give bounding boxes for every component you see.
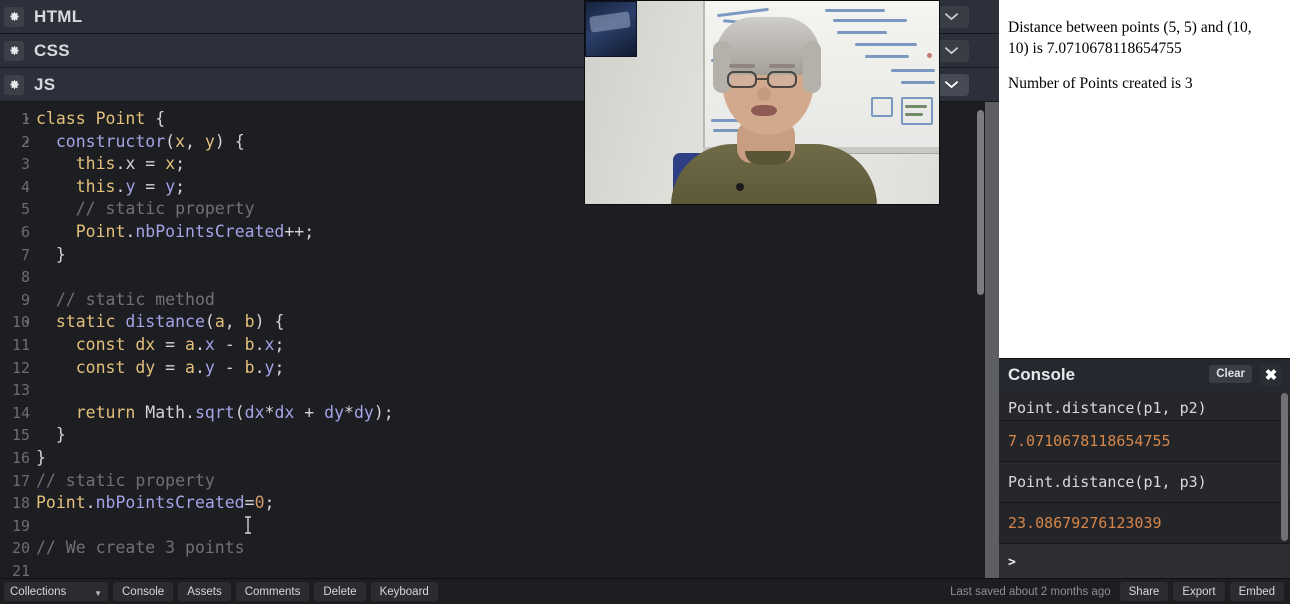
code-text: Point.nbPointsCreated++;: [75, 221, 315, 241]
result-preview-iframe: Distance between points (5, 5) and (10, …: [999, 0, 1290, 358]
line-number: 8: [20, 268, 30, 287]
code-line[interactable]: 7 }: [0, 244, 999, 267]
code-text: }: [36, 244, 66, 264]
line-number: 19: [11, 516, 30, 535]
code-line[interactable]: 16}: [0, 447, 999, 470]
line-number: 6: [20, 222, 30, 241]
code-fold-icon[interactable]: ▾: [24, 132, 30, 155]
bottom-button-console[interactable]: Console: [113, 582, 174, 601]
code-text: // static property: [36, 199, 255, 219]
code-text: // We create 3 points: [36, 538, 245, 558]
code-line[interactable]: 9 // static method: [0, 289, 999, 312]
code-text: const dx = a.x - b.x;: [75, 334, 285, 354]
codepen-editor-window: HTML CSS JS 1 ▾ class Point {2 ▾ constru…: [0, 0, 1290, 604]
console-input-prompt[interactable]: >: [999, 544, 1290, 579]
line-number: 17: [11, 471, 30, 490]
presenter-webcam-overlay: [584, 0, 940, 205]
line-number: 5: [20, 200, 30, 219]
code-line[interactable]: 13: [0, 379, 999, 402]
code-line[interactable]: 12 const dy = a.y - b.y;: [0, 357, 999, 380]
bottom-toolbar-right: Last saved about 2 months ago Share Expor…: [950, 582, 1290, 601]
gear-icon[interactable]: [4, 6, 24, 27]
code-text: class Point {: [36, 109, 166, 128]
line-number: 12: [11, 358, 30, 377]
line-number: 21: [11, 561, 30, 578]
collections-dropdown[interactable]: Collections ▼: [4, 582, 108, 601]
gear-icon[interactable]: [4, 40, 24, 61]
preview-line-1: Distance between points (5, 5) and (10, …: [1008, 19, 1252, 57]
bottom-button-comments[interactable]: Comments: [235, 582, 310, 601]
code-line[interactable]: 20 // We create 3 points: [0, 537, 999, 560]
clear-console-button[interactable]: Clear: [1209, 365, 1252, 383]
code-text: return Math.sqrt(dx*dx + dy*dy);: [75, 402, 394, 422]
console-row: Point.distance(p1, p3): [999, 462, 1290, 503]
bottom-toolbar-left: Collections ▼ Console Assets Comments Delet…: [0, 582, 438, 601]
caret-down-icon: ▼: [94, 589, 102, 598]
pane-title-js: JS: [34, 74, 56, 94]
line-number: 7: [20, 245, 30, 264]
pane-title-html: HTML: [34, 6, 83, 26]
bottom-button-share[interactable]: Share: [1119, 582, 1169, 601]
code-line[interactable]: 6 Point.nbPointsCreated++;: [0, 221, 999, 244]
console-title: Console: [1008, 365, 1076, 384]
bottom-button-assets[interactable]: Assets: [178, 582, 231, 601]
code-fold-icon[interactable]: ▾: [24, 312, 30, 335]
pane-title-css: CSS: [34, 40, 70, 60]
preview-line-2: Number of Points created is 3: [1008, 75, 1193, 93]
code-text: constructor(x, y) {: [55, 131, 245, 151]
code-line[interactable]: 10 ▾ static distance(a, b) {: [0, 311, 999, 334]
code-text: this.y = y;: [75, 176, 186, 196]
line-number: 16: [11, 448, 30, 467]
code-line[interactable]: 19: [0, 515, 999, 538]
bottom-button-export[interactable]: Export: [1173, 582, 1225, 601]
code-line[interactable]: 15 }: [0, 424, 999, 447]
code-line[interactable]: 18 Point.nbPointsCreated=0;: [0, 492, 999, 515]
code-line[interactable]: 14 return Math.sqrt(dx*dx + dy*dy);: [0, 402, 999, 425]
wall-poster: [585, 1, 637, 57]
console-row: Point.distance(p1, p2): [999, 391, 1290, 421]
code-line[interactable]: 17 // static property: [0, 470, 999, 493]
line-number: 4: [20, 177, 30, 196]
console-output-list[interactable]: Point.distance(p1, p2) 7.0710678118654755…: [999, 391, 1290, 579]
line-number: 20: [11, 539, 30, 558]
collections-label: Collections: [10, 585, 67, 598]
console-header: Console Clear ✖: [999, 359, 1290, 391]
code-text: // static method: [36, 289, 215, 309]
code-text: const dy = a.y - b.y;: [75, 357, 285, 377]
console-panel: Console Clear ✖ Point.distance(p1, p2) 7.…: [999, 358, 1290, 579]
line-number: 14: [11, 403, 30, 422]
line-number: 13: [11, 381, 30, 400]
gear-icon[interactable]: [4, 74, 24, 95]
code-text: }: [36, 425, 66, 445]
code-fold-icon[interactable]: ▾: [24, 109, 30, 132]
editor-scrollbar-thumb[interactable]: [977, 110, 984, 295]
code-text: // static property: [36, 470, 215, 490]
right-column: Distance between points (5, 5) and (10, …: [999, 0, 1290, 579]
code-text: }: [36, 447, 46, 467]
line-number: 15: [11, 426, 30, 445]
line-number: 9: [20, 290, 30, 309]
console-row: 23.08679276123039: [999, 503, 1290, 544]
code-text: this.x = x;: [75, 154, 186, 174]
console-row: 7.0710678118654755: [999, 421, 1290, 462]
editor-scrollbar-track[interactable]: [985, 102, 999, 578]
bottom-button-embed[interactable]: Embed: [1229, 582, 1284, 601]
console-scrollbar-thumb[interactable]: [1281, 393, 1288, 541]
line-number: 3: [20, 155, 30, 174]
code-line[interactable]: 8: [0, 266, 999, 289]
code-text: static distance(a, b) {: [55, 312, 285, 332]
line-number: 11: [11, 335, 30, 354]
bottom-button-keyboard[interactable]: Keyboard: [370, 582, 438, 601]
code-line[interactable]: 11 const dx = a.x - b.x;: [0, 334, 999, 357]
bottom-button-delete[interactable]: Delete: [314, 582, 366, 601]
line-number: 18: [11, 494, 30, 513]
last-saved-text: Last saved about 2 months ago: [950, 585, 1111, 598]
code-text: Point.nbPointsCreated=0;: [36, 493, 275, 513]
code-line[interactable]: 21: [0, 560, 999, 578]
bottom-toolbar: Collections ▼ Console Assets Comments Delet…: [0, 578, 1290, 604]
close-icon[interactable]: ✖: [1260, 364, 1282, 386]
